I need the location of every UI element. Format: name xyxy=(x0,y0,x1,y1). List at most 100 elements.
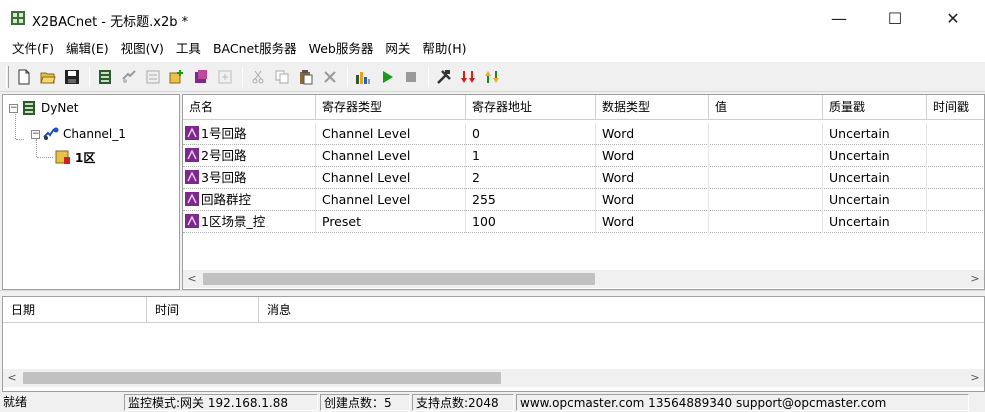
menu-gateway[interactable]: 网关 xyxy=(379,38,416,60)
log-header: 日期 时间 消息 xyxy=(3,297,984,323)
log-column-date[interactable]: 日期 xyxy=(3,297,147,323)
column-header-quality[interactable]: 质量戳 xyxy=(823,95,927,120)
status-supported-points: 支持点数:2048 xyxy=(412,394,514,411)
toolbar-grip[interactable] xyxy=(6,65,9,88)
minimize-button[interactable]: — xyxy=(816,0,862,36)
status-mode: 监控模式:网关 192.168.1.88 xyxy=(124,394,318,411)
cell-quality: Uncertain xyxy=(823,211,927,233)
table-row[interactable]: 2号回路 Channel Level 1 Word Uncertain xyxy=(183,145,984,167)
cell-name: 2号回路 xyxy=(183,145,316,167)
tree-connector xyxy=(37,157,53,158)
save-icon[interactable] xyxy=(61,66,83,88)
run-icon[interactable] xyxy=(376,66,398,88)
title-bar: X2BACnet - 无标题.x2b * — ☐ ✕ xyxy=(0,0,985,36)
connect-icon[interactable] xyxy=(481,66,503,88)
open-folder-icon[interactable] xyxy=(37,66,59,88)
import-icon[interactable] xyxy=(190,66,212,88)
cell-data-type: Word xyxy=(596,167,709,189)
collapse-toggle[interactable]: − xyxy=(9,103,18,113)
channel-icon xyxy=(43,127,59,140)
channel-icon[interactable] xyxy=(118,66,140,88)
point-icon xyxy=(185,126,199,140)
scroll-right-arrow[interactable]: > xyxy=(966,270,984,288)
new-file-icon[interactable] xyxy=(13,66,35,88)
cell-register-address: 255 xyxy=(466,189,596,211)
cell-quality: Uncertain xyxy=(823,123,927,145)
tools-icon[interactable] xyxy=(433,66,455,88)
export-icon[interactable] xyxy=(214,66,236,88)
scroll-right-arrow[interactable]: > xyxy=(966,369,984,387)
cell-data-type: Word xyxy=(596,123,709,145)
table-header: 点名 寄存器类型 寄存器地址 数据类型 值 质量戳 时间戳 xyxy=(183,95,984,120)
group-icon[interactable] xyxy=(142,66,164,88)
log-column-message[interactable]: 消息 xyxy=(259,297,984,323)
scroll-left-arrow[interactable]: < xyxy=(183,270,201,288)
status-bar: 就绪 监控模式:网关 192.168.1.88 创建点数：5 支持点数:2048… xyxy=(0,393,985,412)
log-horizontal-scrollbar[interactable]: < > xyxy=(3,369,984,387)
menu-edit[interactable]: 编辑(E) xyxy=(60,38,115,60)
grid-horizontal-scrollbar[interactable]: < > xyxy=(183,270,984,288)
toolbar-separator xyxy=(347,66,348,87)
device-icon[interactable] xyxy=(94,66,116,88)
copy-icon[interactable] xyxy=(271,66,293,88)
cell-name: 1区场景_控 xyxy=(183,211,316,233)
window-title: X2BACnet - 无标题.x2b * xyxy=(32,15,189,30)
cell-register-address: 2 xyxy=(466,167,596,189)
table-row[interactable]: 1区场景_控 Preset 100 Word Uncertain xyxy=(183,211,984,233)
point-icon xyxy=(185,214,199,228)
monitor-icon[interactable] xyxy=(352,66,374,88)
table-row[interactable]: 1号回路 Channel Level 0 Word Uncertain xyxy=(183,123,984,145)
menu-web-server[interactable]: Web服务器 xyxy=(303,38,380,60)
device-tree[interactable]: − DyNet − Channel_1 1区 xyxy=(2,94,180,290)
cell-name: 回路群控 xyxy=(183,189,316,211)
column-header-value[interactable]: 值 xyxy=(709,95,823,120)
paste-icon[interactable] xyxy=(295,66,317,88)
menu-help[interactable]: 帮助(H) xyxy=(416,38,472,60)
column-header-name[interactable]: 点名 xyxy=(183,95,316,120)
cell-name: 1号回路 xyxy=(183,123,316,145)
point-icon xyxy=(185,192,199,206)
scroll-left-arrow[interactable]: < xyxy=(3,369,21,387)
table-row[interactable]: 回路群控 Channel Level 255 Word Uncertain xyxy=(183,189,984,211)
load-icon[interactable] xyxy=(457,66,479,88)
tree-node-channel[interactable]: − Channel_1 xyxy=(31,125,126,143)
table-row[interactable]: 3号回路 Channel Level 2 Word Uncertain xyxy=(183,167,984,189)
log-column-time[interactable]: 时间 xyxy=(147,297,259,323)
menu-tools[interactable]: 工具 xyxy=(170,38,207,60)
toolbar-separator xyxy=(242,66,243,87)
menu-bar: 文件(F) 编辑(E) 视图(V) 工具 BACnet服务器 Web服务器 网关… xyxy=(0,36,985,62)
point-icon xyxy=(185,170,199,184)
close-button[interactable]: ✕ xyxy=(930,0,976,36)
menu-file[interactable]: 文件(F) xyxy=(6,38,60,60)
column-header-timestamp[interactable]: 时间戳 xyxy=(927,95,984,120)
menu-view[interactable]: 视图(V) xyxy=(115,38,170,60)
scroll-thumb[interactable] xyxy=(23,372,501,384)
column-header-data-type[interactable]: 数据类型 xyxy=(596,95,709,120)
cell-timestamp xyxy=(927,189,984,211)
scroll-thumb[interactable] xyxy=(203,273,595,285)
cell-register-type: Preset xyxy=(316,211,466,233)
stop-icon[interactable] xyxy=(400,66,422,88)
menu-bacnet-server[interactable]: BACnet服务器 xyxy=(207,38,303,60)
cell-timestamp xyxy=(927,123,984,145)
column-header-register-type[interactable]: 寄存器类型 xyxy=(316,95,466,120)
cell-name: 3号回路 xyxy=(183,167,316,189)
collapse-toggle[interactable]: − xyxy=(31,129,40,139)
cell-quality: Uncertain xyxy=(823,189,927,211)
add-point-icon[interactable] xyxy=(166,66,188,88)
cell-timestamp xyxy=(927,167,984,189)
cell-quality: Uncertain xyxy=(823,145,927,167)
delete-icon[interactable] xyxy=(319,66,341,88)
tree-node-area[interactable]: 1区 xyxy=(55,148,95,166)
cut-icon[interactable] xyxy=(247,66,269,88)
tree-node-label: DyNet xyxy=(41,101,79,115)
maximize-button[interactable]: ☐ xyxy=(872,0,918,36)
cell-value xyxy=(709,189,823,211)
tree-node-dynet[interactable]: − DyNet xyxy=(9,99,78,117)
device-icon xyxy=(23,101,35,115)
cell-register-type: Channel Level xyxy=(316,145,466,167)
status-ready: 就绪 xyxy=(3,395,28,409)
cell-value xyxy=(709,145,823,167)
cell-value xyxy=(709,167,823,189)
column-header-register-address[interactable]: 寄存器地址 xyxy=(466,95,596,120)
